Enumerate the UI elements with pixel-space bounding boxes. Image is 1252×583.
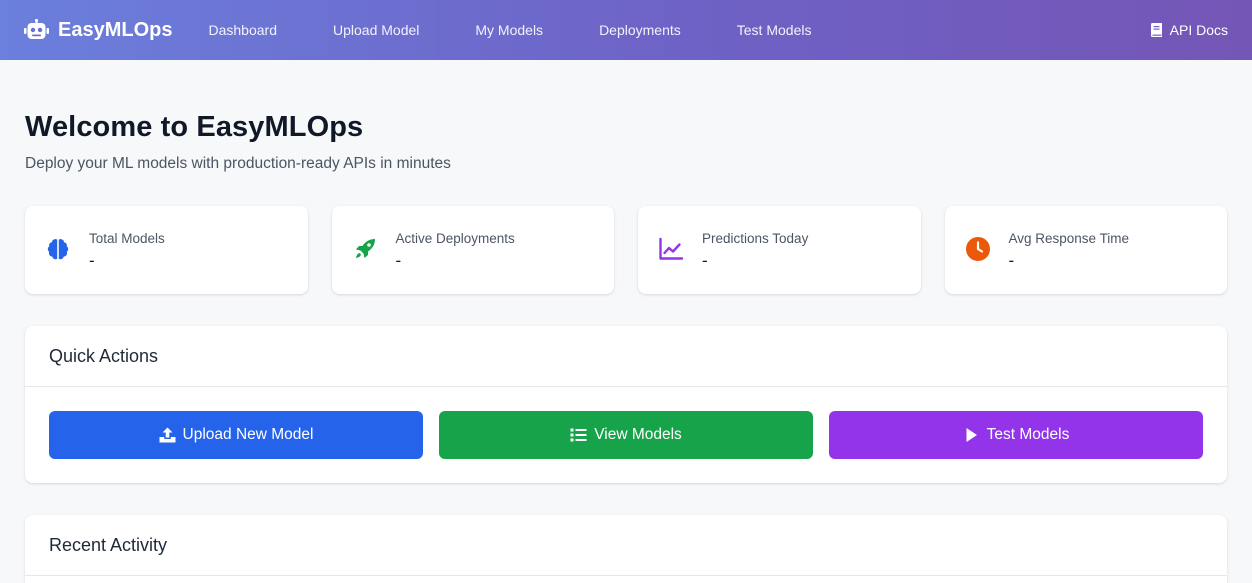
stat-label: Avg Response Time — [1008, 231, 1130, 246]
brand-name: EasyMLOps — [58, 18, 173, 41]
quick-actions-title: Quick Actions — [25, 326, 1227, 387]
page-title: Welcome to EasyMLOps — [25, 111, 364, 143]
stat-card-avg-response-time: Avg Response Time - — [944, 206, 1227, 294]
view-models-button[interactable]: View Models — [439, 411, 813, 459]
stat-card-predictions-today: Predictions Today - — [638, 206, 921, 294]
clock-icon — [965, 236, 991, 262]
stat-label: Active Deployments — [395, 231, 515, 246]
main-content: Welcome to EasyMLOps Deploy your ML mode… — [0, 111, 1252, 583]
stat-label: Total Models — [89, 231, 165, 246]
nav-test-models[interactable]: Test Models — [709, 22, 840, 38]
upload-new-model-label: Upload New Model — [182, 426, 314, 443]
chart-line-icon — [658, 236, 684, 262]
nav-deployments[interactable]: Deployments — [571, 22, 709, 38]
rocket-icon — [352, 236, 378, 262]
nav-upload-model[interactable]: Upload Model — [305, 22, 447, 38]
quick-actions-card: Quick Actions Upload New Model View Mode… — [25, 326, 1227, 483]
api-docs-label: API Docs — [1169, 22, 1228, 38]
book-icon — [1150, 23, 1162, 37]
brand[interactable]: EasyMLOps — [24, 19, 172, 42]
api-docs-link[interactable]: API Docs — [1150, 22, 1228, 38]
list-icon — [570, 428, 587, 442]
stat-value: - — [1008, 251, 1015, 270]
nav-links: Dashboard Upload Model My Models Deploym… — [208, 22, 839, 38]
quick-actions-buttons: Upload New Model View Models Test Models — [25, 387, 1227, 483]
nav-dashboard[interactable]: Dashboard — [208, 22, 305, 38]
stats-row: Total Models - Active Deployments - Pred… — [25, 206, 1227, 294]
brain-icon — [45, 236, 71, 262]
stat-card-total-models: Total Models - — [25, 206, 308, 294]
nav-my-models[interactable]: My Models — [447, 22, 571, 38]
upload-icon — [159, 427, 176, 443]
play-icon — [966, 428, 977, 442]
test-models-label: Test Models — [986, 426, 1070, 443]
robot-icon — [24, 19, 49, 39]
view-models-label: View Models — [594, 426, 682, 443]
stat-label: Predictions Today — [702, 231, 809, 246]
recent-activity-card: Recent Activity — [25, 515, 1227, 583]
top-navbar: EasyMLOps Dashboard Upload Model My Mode… — [0, 0, 1252, 60]
upload-new-model-button[interactable]: Upload New Model — [49, 411, 423, 459]
recent-activity-title: Recent Activity — [25, 515, 1227, 576]
stat-value: - — [395, 251, 402, 270]
test-models-button[interactable]: Test Models — [829, 411, 1203, 459]
stat-card-active-deployments: Active Deployments - — [331, 206, 614, 294]
stat-value: - — [89, 251, 95, 270]
stat-value: - — [702, 251, 708, 270]
page-subtitle: Deploy your ML models with production-re… — [25, 155, 451, 172]
